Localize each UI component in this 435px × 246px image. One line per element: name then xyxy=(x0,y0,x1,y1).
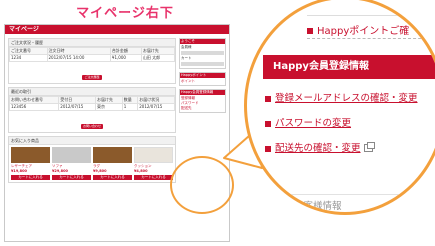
section-title: ご注文状況・履歴 xyxy=(9,39,175,47)
table-cell: ¥1,000 xyxy=(109,54,142,62)
welcome-box: ようこそ 会員様 カート xyxy=(179,38,226,69)
product-image xyxy=(134,147,173,163)
favorites-section: お気に入り商品 レザーチェア ¥19,800 カートに入れる ソファ ¥29,8… xyxy=(8,136,176,183)
section-title: 最近の取引 xyxy=(9,88,175,96)
password-change-link[interactable]: パスワードの変更 xyxy=(265,112,435,137)
product-price: ¥9,800 xyxy=(93,169,107,173)
table-cell: 123456 xyxy=(8,103,60,111)
recent-transactions-section: 最近の取引 お問い合わせ番号 受付日 お届け先 数量 お届け状況 123456 … xyxy=(8,87,176,133)
table-header: お問い合わせ番号 xyxy=(8,96,60,104)
product-price: ¥4,800 xyxy=(134,169,148,173)
email-change-link[interactable]: 登録メールアドレスの確認・変更 xyxy=(265,87,435,112)
table-cell: 東京 xyxy=(95,103,123,111)
box-title: ようこそ xyxy=(180,39,225,44)
add-to-cart-button[interactable]: カートに入れる xyxy=(134,175,173,180)
favorite-item[interactable]: レザーチェア ¥19,800 カートに入れる xyxy=(11,147,50,180)
mypage-header-title: マイページ xyxy=(9,26,39,33)
box-title: Happy会員登録情報 xyxy=(180,90,225,95)
divider xyxy=(181,51,224,55)
member-info-box: Happy会員登録情報 登録情報 パスワード 配送先 xyxy=(179,89,226,113)
table-header: 受付日 xyxy=(58,96,96,104)
other-info-text: 他のお客様情報 xyxy=(275,194,435,212)
points-link-partial[interactable]: Happyポイントご確 xyxy=(307,15,435,39)
link-label[interactable]: 配送先の確認・変更 xyxy=(275,143,361,154)
table-cell: 2012/07/15 14:00 xyxy=(46,54,111,62)
transactions-table: お問い合わせ番号 受付日 お届け先 数量 お届け状況 123456 2012/0… xyxy=(8,96,175,111)
link-label[interactable]: パスワードの変更 xyxy=(275,118,351,129)
product-image xyxy=(52,147,91,163)
favorite-item[interactable]: ソファ ¥29,800 カートに入れる xyxy=(52,147,91,180)
table-cell: 2012/07/15 xyxy=(137,103,175,111)
divider xyxy=(181,62,224,66)
order-history-button[interactable]: ご注文履歴 xyxy=(82,75,102,80)
highlight-circle xyxy=(170,156,234,214)
table-cell: 1 xyxy=(121,103,139,111)
member-info-links: 登録メールアドレスの確認・変更 パスワードの変更 配送先の確認・変更 xyxy=(265,87,435,162)
favorite-item[interactable]: クッション ¥4,800 カートに入れる xyxy=(134,147,173,180)
table-header: 数量 xyxy=(121,96,139,104)
magnified-callout: Happyポイントご確 Happy会員登録情報 登録メールアドレスの確認・変更 … xyxy=(244,0,435,215)
inquiry-button[interactable]: お問い合わせ xyxy=(80,124,103,129)
mypage-header: マイページ xyxy=(5,25,229,34)
external-window-icon xyxy=(363,141,375,152)
add-to-cart-button[interactable]: カートに入れる xyxy=(52,175,91,180)
add-to-cart-button[interactable]: カートに入れる xyxy=(11,175,50,180)
points-link-text[interactable]: Happyポイントご確 xyxy=(317,26,409,37)
member-info-heading: Happy会員登録情報 xyxy=(263,55,435,79)
product-price: ¥29,800 xyxy=(52,169,68,173)
product-image xyxy=(93,147,132,163)
table-header: お届け先 xyxy=(140,47,176,55)
page-caption: マイページ右下 xyxy=(76,6,174,21)
mypage-main-column: ご注文状況・履歴 ご注文番号 注文日時 合計金額 お届け先 1234 2012/… xyxy=(8,38,176,186)
table-header: お届け先 xyxy=(95,96,123,104)
order-table: ご注文番号 注文日時 合計金額 お届け先 1234 2012/07/15 14:… xyxy=(9,47,176,62)
points-link[interactable]: ポイント xyxy=(181,79,224,84)
add-to-cart-button[interactable]: カートに入れる xyxy=(93,175,132,180)
member-info-link[interactable]: 配送先 xyxy=(181,106,224,111)
table-header: 合計金額 xyxy=(109,47,142,55)
favorites-list: レザーチェア ¥19,800 カートに入れる ソファ ¥29,800 カートに入… xyxy=(9,145,175,182)
bullet-icon xyxy=(307,28,313,34)
link-label[interactable]: 登録メールアドレスの確認・変更 xyxy=(275,93,418,104)
product-price: ¥19,800 xyxy=(11,169,27,173)
box-line: カート xyxy=(181,56,192,60)
table-cell: 山田 太郎 xyxy=(140,54,176,62)
address-change-link[interactable]: 配送先の確認・変更 xyxy=(265,137,435,162)
table-cell: 2012/07/15 xyxy=(58,103,96,111)
box-title: Happyポイント xyxy=(180,73,225,78)
mypage-thumbnail: マイページ ご注文状況・履歴 ご注文番号 注文日時 合計金額 お届け先 1234… xyxy=(4,24,234,242)
order-history-section: ご注文状況・履歴 ご注文番号 注文日時 合計金額 お届け先 1234 2012/… xyxy=(8,38,176,84)
divider xyxy=(307,38,435,39)
table-header: 注文日時 xyxy=(46,47,111,55)
table-cell: 1234 xyxy=(9,54,48,62)
section-title: お気に入り商品 xyxy=(9,137,175,145)
mypage-right-column: ようこそ 会員様 カート Happyポイント ポイント Happy会員登録情報 … xyxy=(179,38,226,116)
favorite-item[interactable]: ラグ ¥9,800 カートに入れる xyxy=(93,147,132,180)
bullet-icon xyxy=(265,95,271,102)
product-image xyxy=(11,147,50,163)
bullet-icon xyxy=(265,145,271,152)
box-line: 会員様 xyxy=(181,45,192,49)
points-box: Happyポイント ポイント xyxy=(179,72,226,86)
bullet-icon xyxy=(265,120,271,127)
table-header: ご注文番号 xyxy=(9,47,48,55)
table-header: お届け状況 xyxy=(137,96,175,104)
